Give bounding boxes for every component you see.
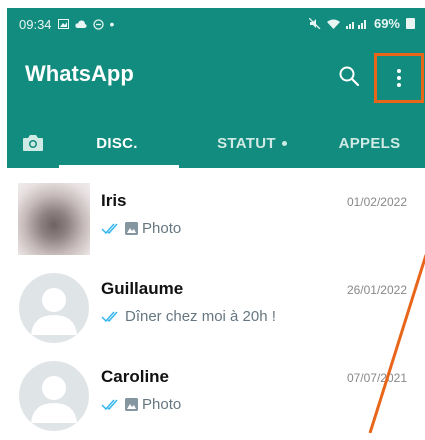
tab-status[interactable]: STATUT bbox=[192, 118, 312, 168]
menu-dot bbox=[397, 69, 401, 73]
tab-status-label: STATUT bbox=[217, 134, 276, 152]
contact-photo-avatar[interactable] bbox=[18, 183, 90, 255]
camera-icon bbox=[23, 135, 43, 151]
search-icon[interactable] bbox=[337, 64, 361, 88]
last-message-date: 07/07/2021 bbox=[346, 371, 407, 385]
photo-icon bbox=[125, 398, 138, 411]
chat-row[interactable]: Iris 01/02/2022 Photo bbox=[0, 178, 425, 264]
message-preview-text: Dîner chez moi à 20h ! bbox=[125, 308, 276, 325]
status-bar: 09:34 • 69% bbox=[7, 8, 425, 38]
contact-name: Caroline bbox=[101, 367, 170, 386]
status-update-dot-icon bbox=[281, 140, 287, 146]
menu-dot bbox=[397, 83, 401, 87]
message-preview: Photo bbox=[101, 396, 181, 413]
active-tab-indicator bbox=[59, 165, 179, 168]
person-silhouette-icon bbox=[31, 288, 77, 335]
double-check-icon bbox=[101, 399, 118, 410]
wifi-icon bbox=[326, 19, 340, 29]
chat-row[interactable]: Caroline 07/07/2021 Photo bbox=[0, 354, 425, 440]
double-check-icon bbox=[101, 311, 118, 322]
app-header: 09:34 • 69% WhatsApp DISC. STATUT APPELS bbox=[7, 8, 425, 168]
battery-percent: 69% bbox=[373, 16, 400, 31]
contact-name: Iris bbox=[101, 191, 127, 210]
message-preview-text: Photo bbox=[142, 396, 182, 413]
contact-name: Guillaume bbox=[101, 279, 184, 298]
do-not-disturb-icon bbox=[92, 18, 104, 30]
gallery-notification-icon bbox=[57, 19, 69, 29]
cloud-notification-icon bbox=[74, 20, 87, 28]
more-options-icon[interactable] bbox=[374, 53, 424, 103]
chat-row[interactable]: Guillaume 26/01/2022 Dîner chez moi à 20… bbox=[0, 266, 425, 352]
tab-bar: DISC. STATUT APPELS bbox=[7, 118, 425, 168]
default-avatar[interactable] bbox=[19, 273, 89, 343]
battery-icon bbox=[406, 18, 415, 29]
more-notifications-dot-icon: • bbox=[109, 16, 115, 32]
tab-calls[interactable]: APPELS bbox=[317, 118, 422, 168]
last-message-date: 01/02/2022 bbox=[346, 195, 407, 209]
app-title: WhatsApp bbox=[25, 61, 134, 86]
menu-dot bbox=[397, 76, 401, 80]
status-time: 09:34 bbox=[19, 16, 52, 32]
photo-icon bbox=[125, 222, 138, 235]
mute-icon bbox=[308, 18, 321, 29]
tab-camera[interactable] bbox=[15, 118, 51, 168]
signal-icon bbox=[345, 19, 366, 29]
double-check-icon bbox=[101, 223, 118, 234]
tab-discussions[interactable]: DISC. bbox=[57, 118, 177, 168]
tab-calls-label: APPELS bbox=[338, 134, 401, 152]
person-silhouette-icon bbox=[31, 376, 77, 423]
tab-discussions-label: DISC. bbox=[96, 134, 138, 152]
message-preview: Dîner chez moi à 20h ! bbox=[101, 308, 276, 325]
message-preview-text: Photo bbox=[142, 220, 182, 237]
message-preview: Photo bbox=[101, 220, 181, 237]
default-avatar[interactable] bbox=[19, 361, 89, 431]
last-message-date: 26/01/2022 bbox=[346, 283, 407, 297]
